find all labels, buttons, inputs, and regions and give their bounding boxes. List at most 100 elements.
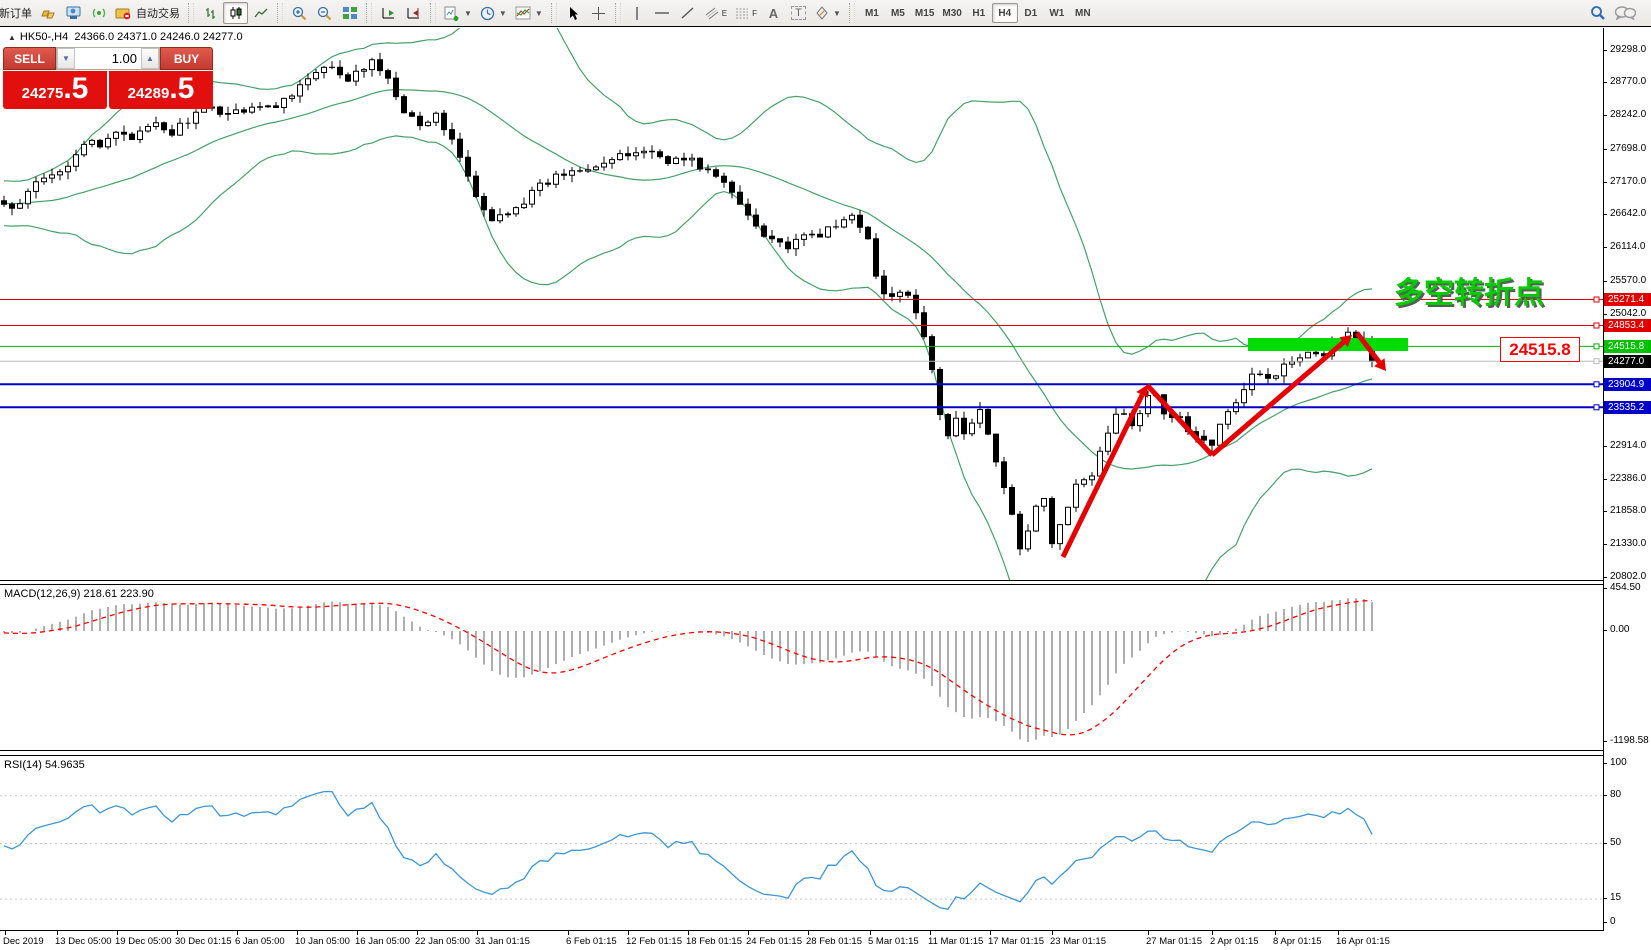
horizontal-line-icon: [655, 12, 670, 14]
trendline-tool-button[interactable]: [675, 2, 700, 24]
trend-arrow-line[interactable]: [1145, 383, 1214, 457]
autotrade-button[interactable]: 自动交易: [111, 2, 184, 24]
timeframe-m5[interactable]: M5: [885, 3, 911, 23]
volume-input[interactable]: [75, 48, 141, 69]
timeframe-h4[interactable]: H4: [991, 3, 1018, 23]
price-tick-label: 21858.0: [1610, 505, 1647, 517]
line-handle[interactable]: [1593, 296, 1600, 303]
timeframe-w1[interactable]: W1: [1044, 3, 1070, 23]
shapes-dropdown[interactable]: ▼: [811, 2, 845, 24]
cursor-icon: [569, 6, 578, 20]
timeframe-group: M1 M5 M15 M30 H1 H4 D1 W1 MN: [859, 3, 1096, 23]
crosshair-button[interactable]: [586, 2, 611, 24]
candle-chart-icon: [230, 7, 241, 19]
price-tick-mark: [1603, 115, 1607, 117]
toolbar-separator: [550, 3, 557, 23]
cursor-button[interactable]: [561, 2, 586, 24]
chart-shift-button[interactable]: [401, 2, 426, 24]
price-level-chip[interactable]: 24853.4: [1604, 318, 1651, 332]
time-tick-mark: [117, 931, 118, 935]
trend-arrow-line[interactable]: [1210, 340, 1346, 457]
chevron-down-icon: ▼: [464, 8, 472, 18]
timeframe-mn[interactable]: MN: [1070, 3, 1096, 23]
vline-tool-button[interactable]: [625, 2, 650, 24]
autoscroll-button[interactable]: [376, 2, 401, 24]
timeframe-m1[interactable]: M1: [859, 3, 885, 23]
bollinger-band: [3, 135, 1373, 580]
macd-signal-line: [3, 599, 1373, 736]
line-handle[interactable]: [1593, 404, 1600, 411]
timeframe-h1[interactable]: H1: [966, 3, 992, 23]
line-handle[interactable]: [1593, 343, 1600, 350]
time-tick-label: 16 Apr 01:15: [1336, 936, 1390, 947]
price-tick-mark: [1603, 576, 1607, 578]
market-depth-button[interactable]: [36, 2, 61, 24]
line-handle[interactable]: [1593, 358, 1600, 365]
macd-tick-label: 454.50: [1610, 582, 1641, 593]
price-level-chip[interactable]: 24515.8: [1604, 339, 1651, 353]
sell-price-fraction: .5: [63, 72, 89, 105]
mt4-trading-window: 新订单 自动交易 ▼ ▼ ▼ E F A T ▼ M1 M5 M15 M30 H…: [0, 0, 1651, 950]
support-zone-rect[interactable]: [1248, 338, 1408, 351]
time-tick-label: Dec 2019: [3, 936, 44, 947]
timeframe-m15[interactable]: M15: [911, 3, 938, 23]
rsi-tick-label: 80: [1610, 788, 1622, 800]
trend-arrow-line[interactable]: [1060, 393, 1145, 559]
fibonacci-tool-button[interactable]: F: [731, 2, 761, 24]
rsi-tick-mark: [1603, 842, 1607, 844]
price-callout-label[interactable]: 24515.8: [1500, 337, 1580, 362]
one-click-trade-panel: SELL ▼ ▲ BUY 24275.5 24289.5: [3, 47, 213, 109]
time-axis[interactable]: Dec 2019 13 Dec 05:00 19 Dec 05:00 30 Dec 0…: [0, 931, 1651, 950]
indicators-icon: [515, 6, 531, 20]
collapse-arrow-icon[interactable]: ▲: [8, 33, 16, 42]
toolbar-separator: [366, 3, 372, 23]
time-tick-label: 12 Feb 01:15: [626, 936, 682, 947]
price-axis[interactable]: 29298.0 28770.0 28242.0 27698.0 27170.0 26642…: [1603, 0, 1651, 950]
text-tool-button[interactable]: A: [761, 2, 786, 24]
buy-button[interactable]: BUY: [160, 47, 213, 70]
period-dropdown[interactable]: ▼: [476, 2, 511, 24]
price-tick-label: 28242.0: [1610, 109, 1647, 121]
time-tick-mark: [1275, 931, 1276, 935]
zoom-in-icon: [292, 6, 306, 20]
candle-chart-button[interactable]: [223, 2, 248, 24]
tile-windows-button[interactable]: [337, 2, 362, 24]
timeframe-d1[interactable]: D1: [1018, 3, 1044, 23]
macd-canvas[interactable]: [0, 585, 1603, 750]
price-level-chip[interactable]: 24277.0: [1604, 354, 1651, 368]
trendline-icon: [681, 7, 694, 19]
volume-up-button[interactable]: ▲: [141, 48, 159, 69]
line-handle[interactable]: [1593, 322, 1600, 329]
bar-chart-button[interactable]: [198, 2, 223, 24]
main-chart-pane[interactable]: [0, 28, 1603, 581]
channel-tool-button[interactable]: E: [700, 2, 731, 24]
signal-button[interactable]: [86, 2, 111, 24]
price-tick-label: 25570.0: [1610, 274, 1647, 286]
price-level-chip[interactable]: 25271.4: [1604, 293, 1651, 306]
time-tick-label: 31 Jan 01:15: [475, 936, 530, 947]
buy-price-display[interactable]: 24289.5: [109, 71, 213, 109]
zoom-out-button[interactable]: [312, 2, 337, 24]
volume-down-button[interactable]: ▼: [57, 48, 75, 69]
time-tick-mark: [1148, 931, 1149, 935]
zoom-in-button[interactable]: [287, 2, 312, 24]
main-chart-canvas[interactable]: [0, 28, 1603, 580]
sell-price-display[interactable]: 24275.5: [3, 71, 107, 109]
new-chart-dropdown[interactable]: ▼: [440, 2, 476, 24]
macd-pane[interactable]: MACD(12,26,9) 218.61 223.90: [0, 584, 1603, 751]
rsi-canvas[interactable]: [0, 756, 1603, 930]
terminal-button[interactable]: [61, 2, 86, 24]
price-level-chip[interactable]: 23535.2: [1604, 400, 1651, 414]
label-tool-button[interactable]: T: [786, 2, 811, 24]
time-tick-label: 6 Jan 05:00: [235, 936, 285, 947]
line-chart-button[interactable]: [248, 2, 273, 24]
hline-tool-button[interactable]: [650, 2, 675, 24]
indicators-dropdown[interactable]: ▼: [511, 2, 547, 24]
sell-button[interactable]: SELL: [3, 47, 56, 70]
line-handle[interactable]: [1593, 381, 1600, 388]
price-level-chip[interactable]: 23904.9: [1604, 377, 1651, 391]
new-order-button[interactable]: 新订单: [0, 2, 36, 24]
timeframe-m30[interactable]: M30: [938, 3, 965, 23]
rsi-pane[interactable]: RSI(14) 54.9635: [0, 755, 1603, 931]
rsi-label: RSI(14) 54.9635: [4, 759, 85, 771]
